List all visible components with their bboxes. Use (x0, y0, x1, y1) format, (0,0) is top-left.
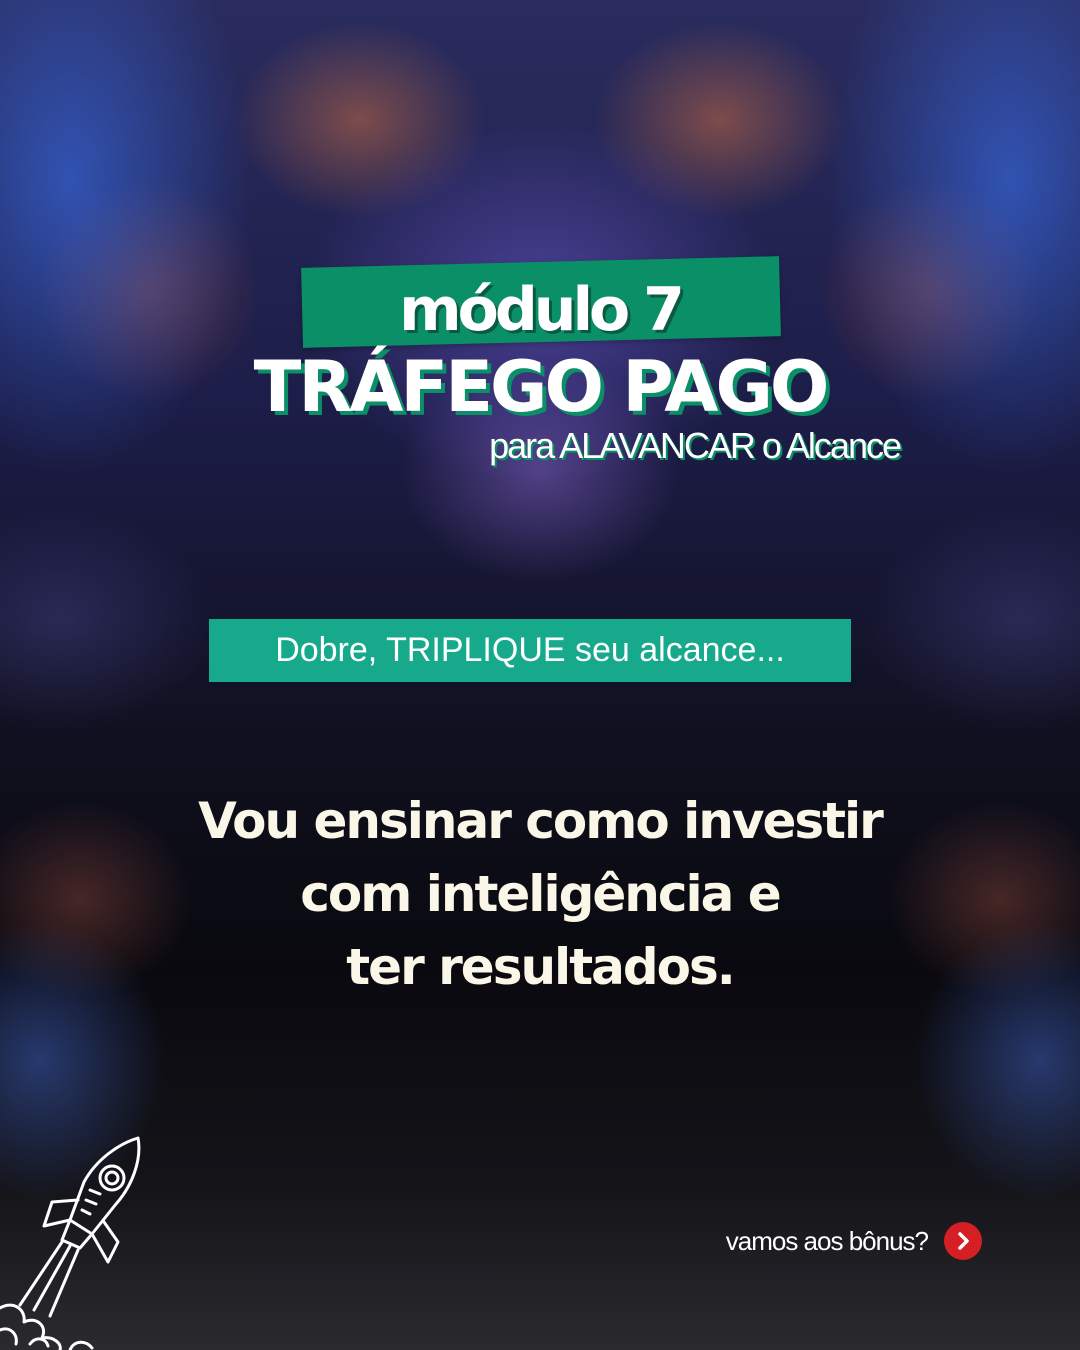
module-label: módulo 7 (399, 275, 685, 345)
highlight-tag: Dobre, TRIPLIQUE seu alcance... (209, 619, 851, 682)
rocket-icon (0, 1136, 141, 1350)
page-title: TRÁFEGO PAGO (253, 346, 830, 428)
body-line: Vou ensinar como investir (198, 792, 884, 850)
page-subtitle: para ALAVANCAR o Alcance (489, 425, 902, 466)
next-cta[interactable]: vamos aos bônus? (726, 1222, 982, 1260)
body-text: Vou ensinar como investir com inteligênc… (140, 785, 940, 1004)
body-line: com inteligência e (300, 865, 781, 923)
highlight-tag-text: Dobre, TRIPLIQUE seu alcance... (275, 631, 785, 669)
next-button[interactable] (944, 1222, 982, 1260)
chevron-right-icon (958, 1232, 969, 1250)
next-cta-label: vamos aos bônus? (725, 1225, 929, 1256)
body-line: ter resultados. (346, 938, 735, 996)
